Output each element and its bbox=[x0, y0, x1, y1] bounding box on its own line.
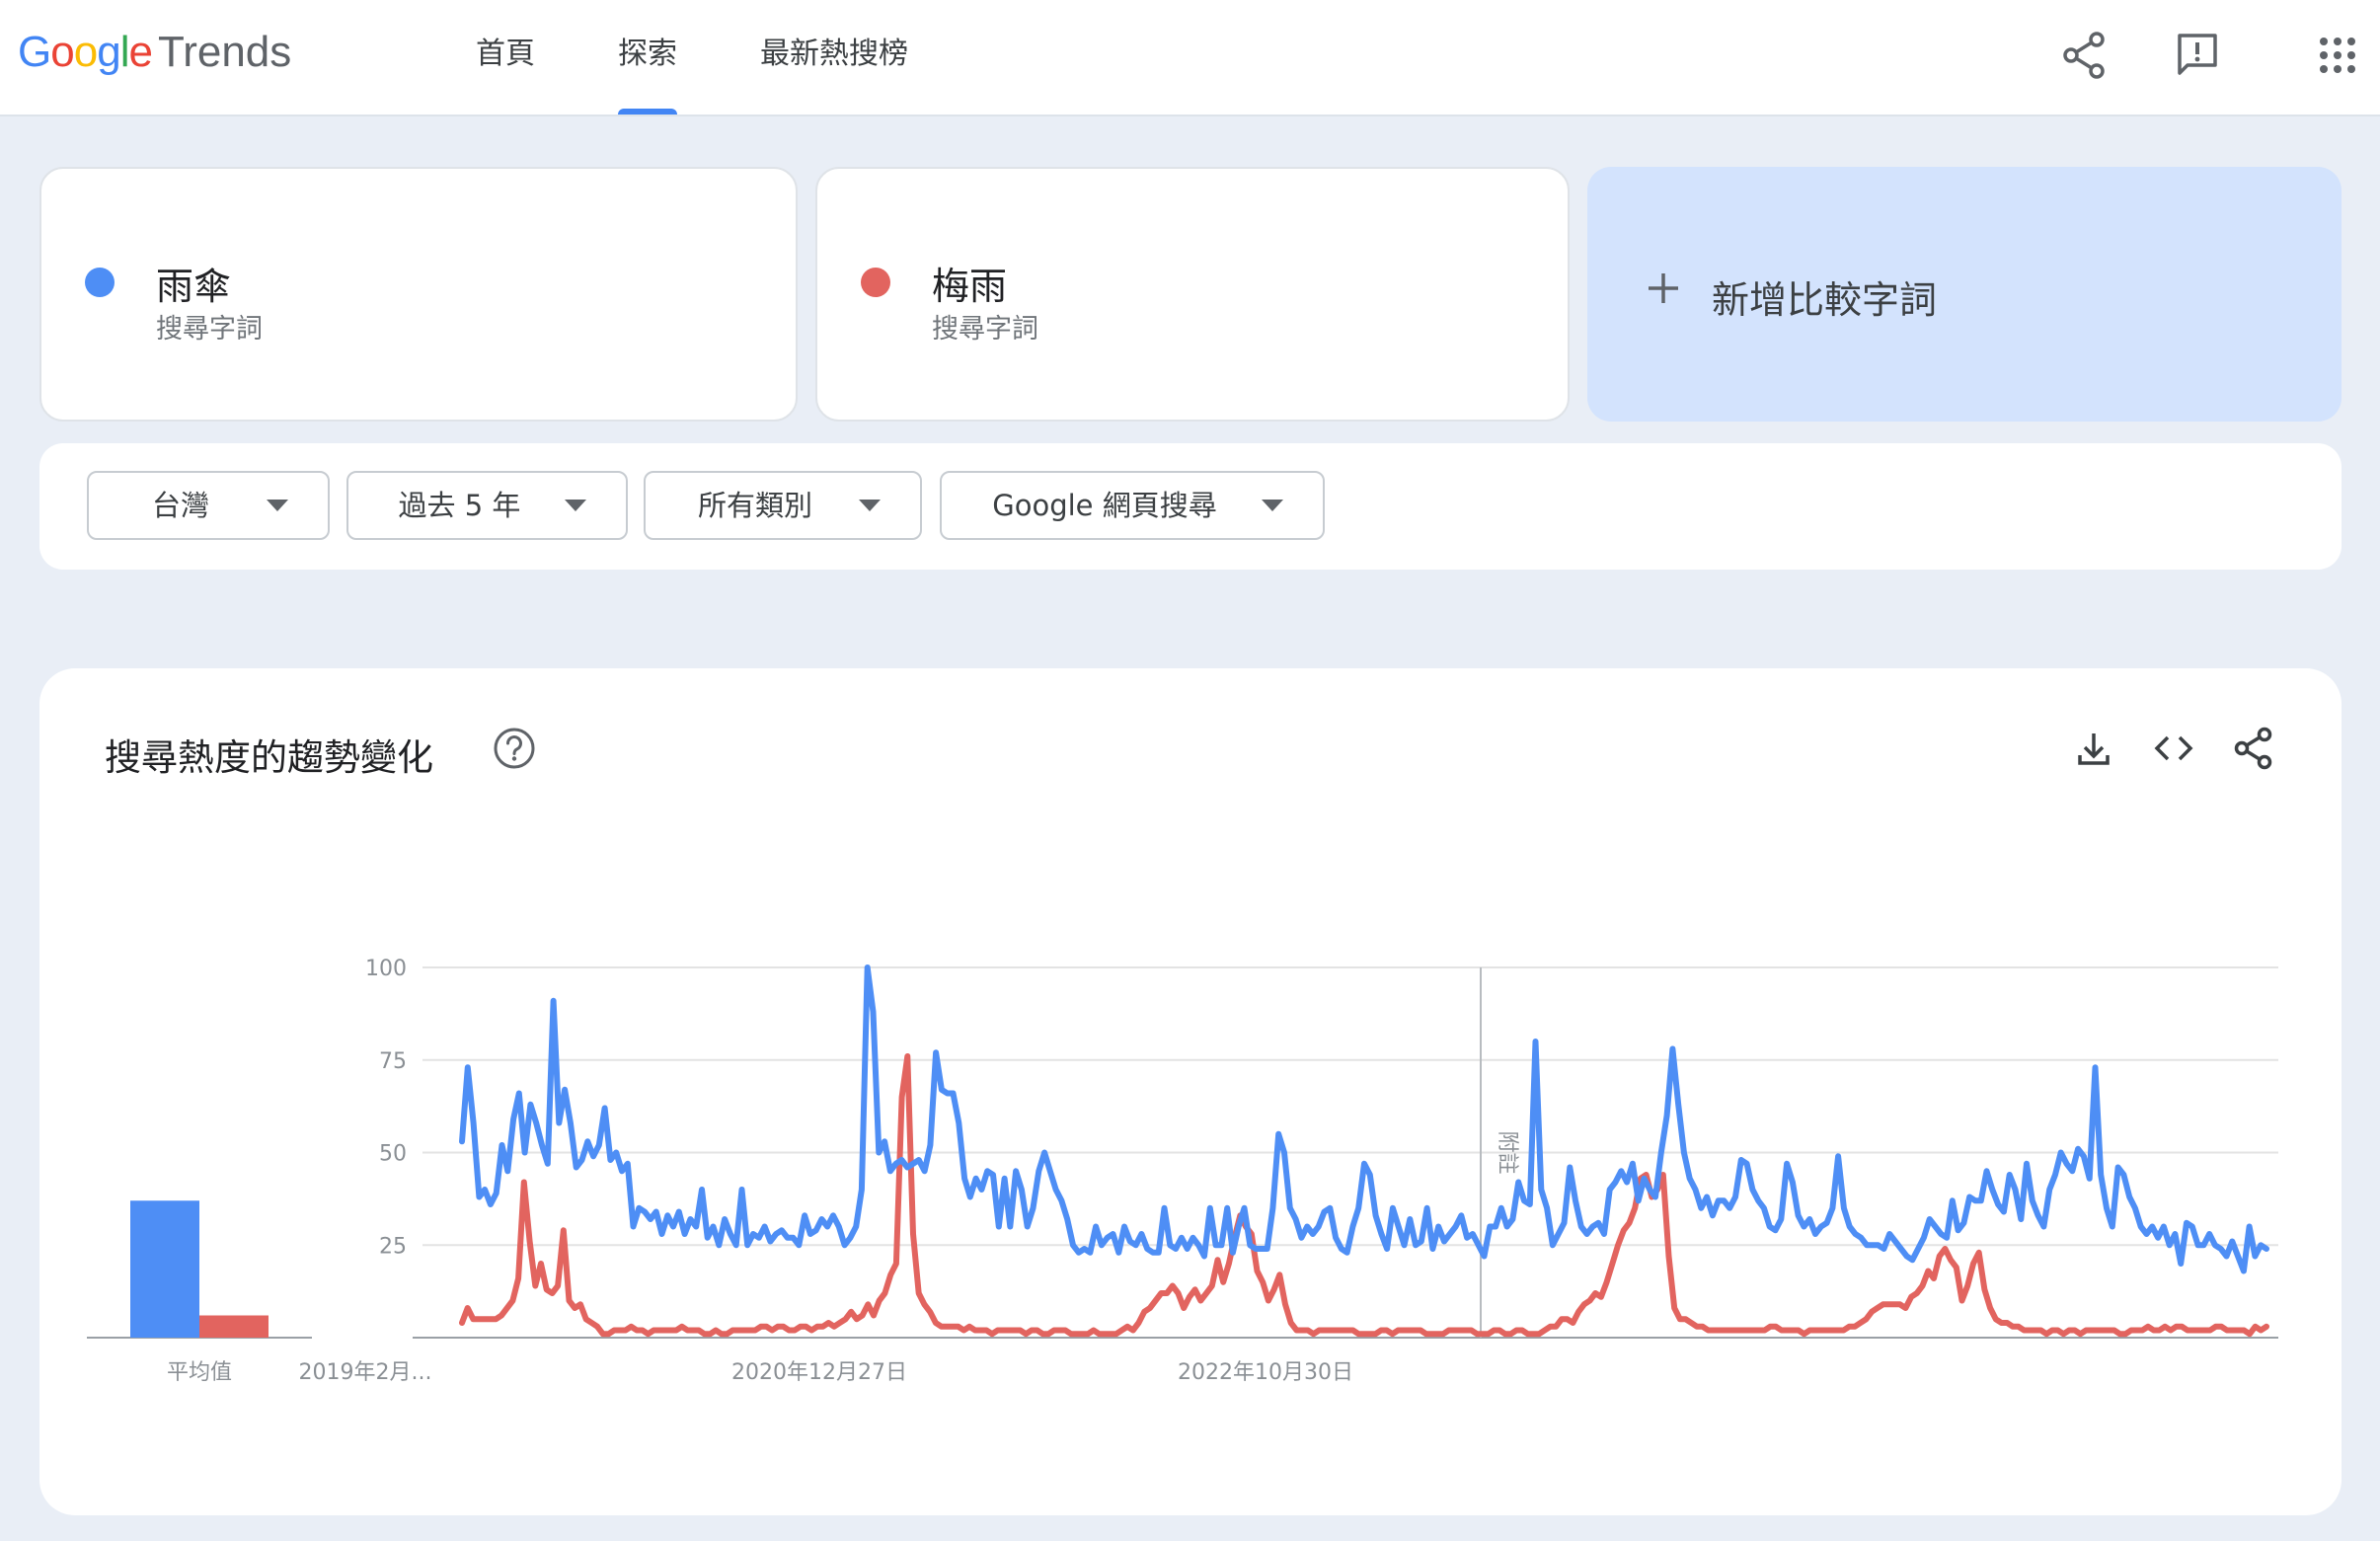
search-term-name[interactable]: 雨傘 bbox=[156, 256, 231, 310]
logo-letter: G bbox=[18, 28, 51, 76]
feedback-icon[interactable] bbox=[2170, 28, 2225, 83]
average-bars: 平均值 bbox=[87, 1200, 312, 1385]
search-term-type: 搜尋字詞 bbox=[932, 314, 1038, 345]
logo-letter: o bbox=[50, 28, 75, 76]
y-tick-label: 75 bbox=[379, 1049, 407, 1074]
interest-over-time-card: 搜尋熱度的趨勢變化 25 50 75 100 2019年2月... 2020年12月27… bbox=[39, 668, 2342, 1515]
search-term-type: 搜尋字詞 bbox=[156, 314, 263, 345]
series-lines bbox=[459, 964, 2269, 1338]
category-dropdown[interactable]: 所有類別 bbox=[644, 471, 922, 540]
y-axis: 25 50 75 100 bbox=[365, 957, 407, 1259]
nav-tab-explore[interactable]: 探索 bbox=[596, 0, 699, 115]
logo-letter: g bbox=[97, 28, 121, 76]
search-term-name[interactable]: 梅雨 bbox=[932, 256, 1007, 310]
main-nav: 首頁 探索 最新熱搜榜 bbox=[454, 0, 969, 115]
category-value: 所有類別 bbox=[697, 489, 812, 522]
logo-letter: o bbox=[73, 28, 99, 76]
y-tick-label: 100 bbox=[365, 957, 407, 981]
average-bar bbox=[199, 1315, 269, 1338]
top-app-bar: Google Trends 首頁 探索 最新熱搜榜 bbox=[0, 0, 2380, 116]
search-property-value: Google 網頁搜尋 bbox=[992, 489, 1217, 522]
trend-chart: 25 50 75 100 2019年2月... 2020年12月27日 2022年10月3… bbox=[87, 957, 2278, 1385]
nav-tab-home[interactable]: 首頁 bbox=[454, 0, 557, 115]
series-line bbox=[459, 964, 2269, 1274]
google-trends-logo[interactable]: Google Trends bbox=[18, 28, 291, 77]
plus-icon bbox=[1649, 273, 1678, 303]
y-tick-label: 50 bbox=[379, 1142, 407, 1167]
time-range-dropdown[interactable]: 過去 5 年 bbox=[346, 471, 628, 540]
dropdown-arrow-icon bbox=[267, 500, 288, 511]
note-marker-label[interactable]: 附註 bbox=[1495, 1131, 1519, 1175]
series-color-dot bbox=[85, 268, 115, 297]
add-comparison-label: 新增比較字詞 bbox=[1712, 278, 1938, 322]
filter-bar: 台灣 過去 5 年 所有類別 Google 網頁搜尋 bbox=[39, 443, 2342, 570]
search-property-dropdown[interactable]: Google 網頁搜尋 bbox=[940, 471, 1325, 540]
chart-gridlines bbox=[413, 966, 2278, 1339]
x-tick-label: 2019年2月... bbox=[299, 1360, 432, 1385]
apps-grid-icon[interactable] bbox=[2310, 28, 2365, 83]
y-tick-label: 25 bbox=[379, 1234, 407, 1259]
nav-tab-trending[interactable]: 最新熱搜榜 bbox=[738, 0, 930, 115]
add-comparison-button[interactable]: 新增比較字詞 bbox=[1587, 167, 2342, 422]
x-tick-label: 2022年10月30日 bbox=[1178, 1360, 1353, 1385]
share-icon[interactable] bbox=[2057, 28, 2112, 83]
dropdown-arrow-icon bbox=[1262, 500, 1283, 511]
time-range-value: 過去 5 年 bbox=[398, 489, 521, 522]
x-axis: 2019年2月... 2020年12月27日 2022年10月30日 bbox=[299, 1360, 1353, 1385]
search-term-card[interactable]: 梅雨 搜尋字詞 bbox=[815, 167, 1570, 422]
region-value: 台灣 bbox=[151, 489, 209, 522]
dropdown-arrow-icon bbox=[859, 500, 881, 511]
region-dropdown[interactable]: 台灣 bbox=[87, 471, 330, 540]
series-color-dot bbox=[861, 268, 890, 297]
dropdown-arrow-icon bbox=[565, 500, 586, 511]
average-label: 平均值 bbox=[167, 1360, 232, 1385]
search-term-card[interactable]: 雨傘 搜尋字詞 bbox=[39, 167, 798, 422]
logo-trends-text: Trends bbox=[157, 28, 292, 76]
x-tick-label: 2020年12月27日 bbox=[731, 1360, 907, 1385]
average-bar bbox=[130, 1200, 199, 1338]
logo-letter: e bbox=[128, 28, 153, 76]
